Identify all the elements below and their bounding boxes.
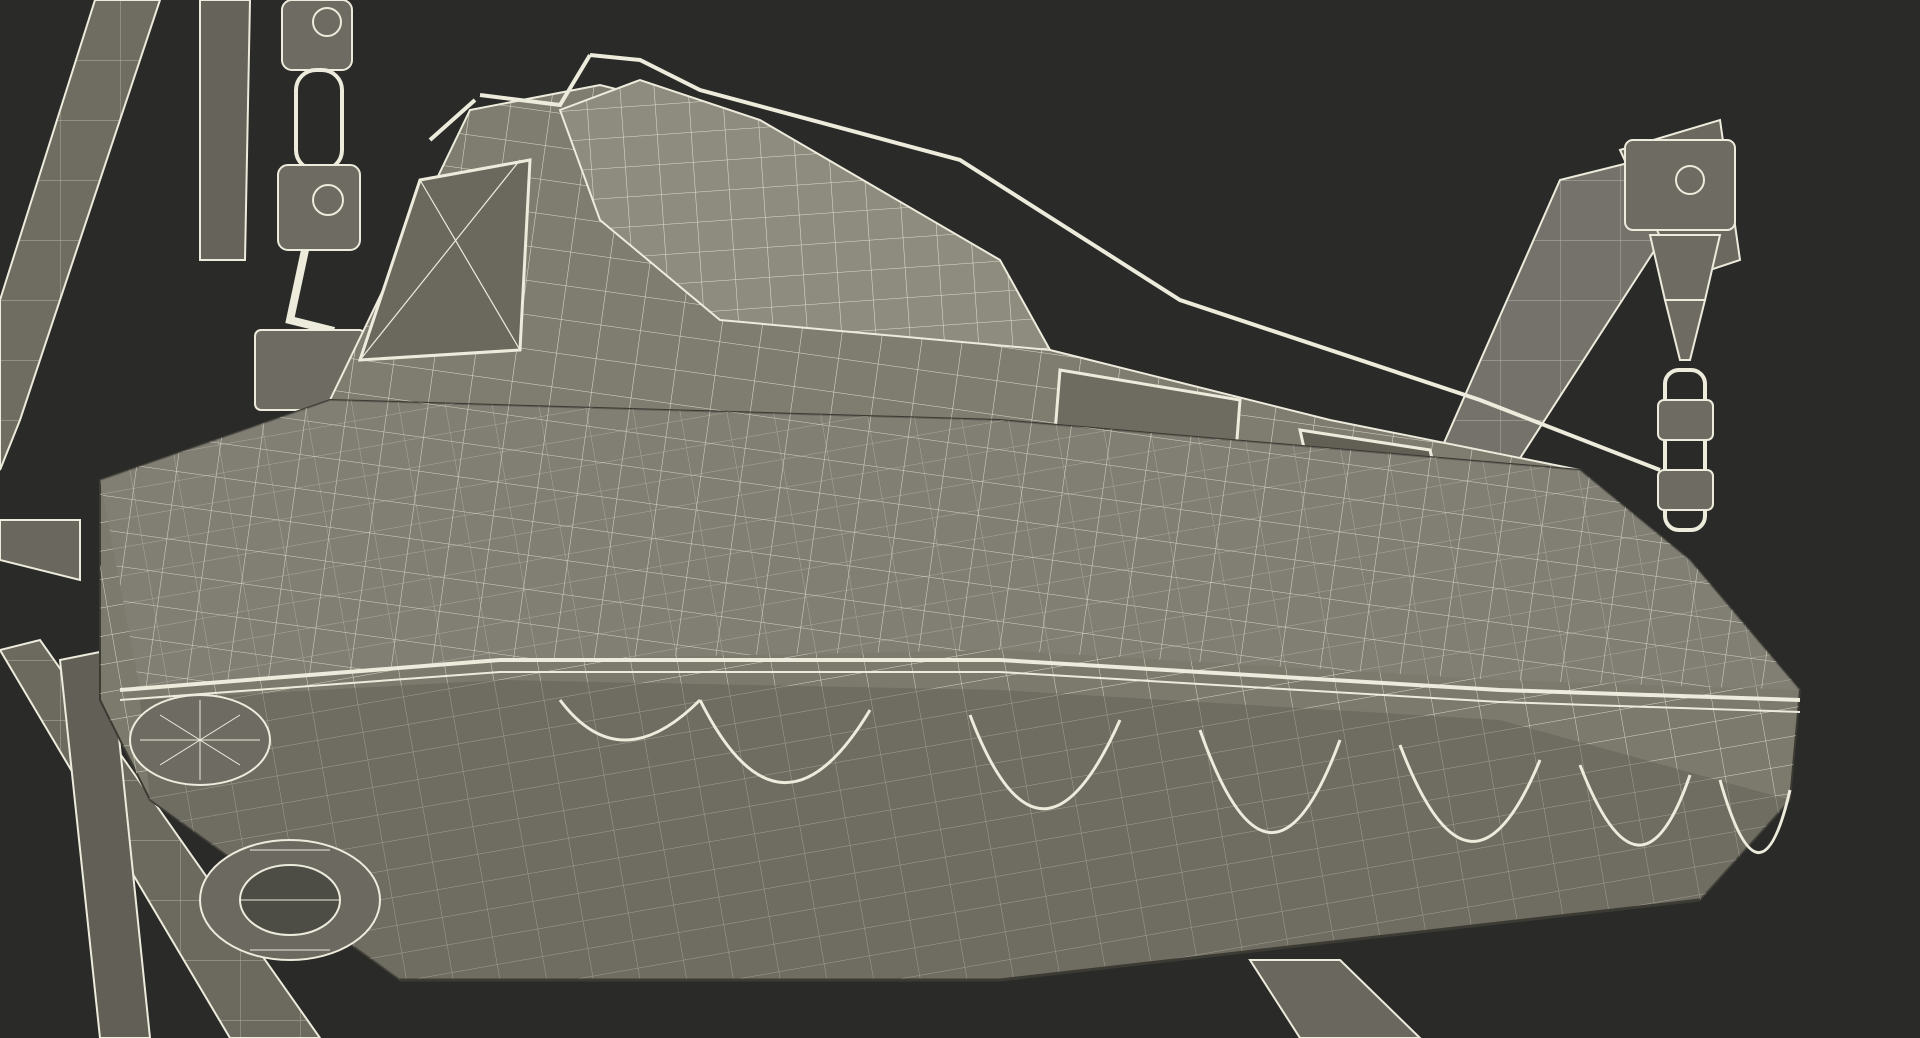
hoist-chain-right [1624, 139, 1736, 532]
hoist-chain-left [254, 0, 366, 411]
wireframe-render [0, 0, 1920, 1038]
stern-tube [199, 839, 381, 961]
canopy-window-left [357, 158, 532, 362]
render-canvas [0, 0, 1802, 1038]
